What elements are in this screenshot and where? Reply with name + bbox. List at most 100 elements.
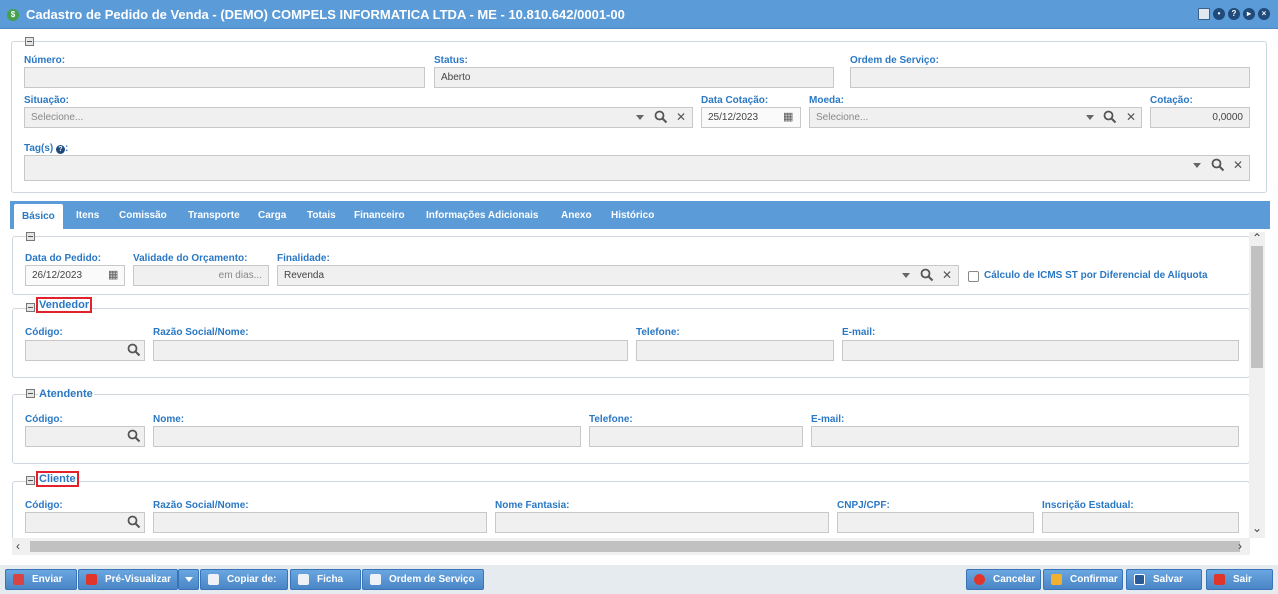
os-field[interactable] (850, 67, 1250, 88)
finalidade-label: Finalidade: (277, 253, 330, 264)
sair-button[interactable]: Sair (1206, 569, 1273, 590)
previsualizar-dropdown[interactable] (178, 569, 199, 590)
cliente-ie-label: Inscrição Estadual: (1042, 500, 1134, 511)
tags-field[interactable] (24, 155, 1250, 181)
scroll-down-icon[interactable]: ⌄ (1252, 522, 1262, 534)
copiar-button[interactable]: Copiar de: (200, 569, 288, 590)
scroll-left-icon[interactable]: ‹ (16, 540, 20, 552)
scroll-up-icon[interactable]: ⌃ (1252, 232, 1262, 244)
clear-icon[interactable]: ✕ (676, 110, 686, 124)
collapse-icon[interactable] (26, 303, 35, 312)
search-icon[interactable] (1103, 110, 1117, 124)
cotacao-field[interactable]: 0,0000 (1150, 107, 1250, 128)
search-icon[interactable] (1211, 158, 1225, 172)
vendedor-email-label: E-mail: (842, 327, 876, 338)
chevron-down-icon[interactable] (902, 273, 910, 278)
collapse-icon[interactable] (26, 389, 35, 398)
scrollbar-thumb[interactable] (1251, 246, 1263, 368)
ordem-servico-button[interactable]: Ordem de Serviço (362, 569, 484, 590)
cotacao-label: Cotação: (1150, 95, 1193, 106)
vendedor-telefone-label: Telefone: (636, 327, 680, 338)
icms-checkbox[interactable] (968, 271, 979, 282)
tab-carga[interactable]: Carga (258, 201, 286, 229)
vendedor-email-field[interactable] (842, 340, 1239, 361)
search-icon[interactable] (654, 110, 668, 124)
clear-icon[interactable]: ✕ (942, 268, 952, 282)
atendente-nome-field[interactable] (153, 426, 581, 447)
data-cotacao-label: Data Cotação: (701, 95, 769, 106)
cliente-fantasia-field[interactable] (495, 512, 829, 533)
atendente-nome-label: Nome: (153, 414, 185, 425)
previsualizar-button[interactable]: Pré-Visualizar (78, 569, 178, 590)
search-icon[interactable] (127, 515, 141, 529)
exit-icon (1214, 574, 1225, 585)
tab-historico[interactable]: Histórico (611, 201, 654, 229)
numero-field[interactable] (24, 67, 425, 88)
cliente-razao-field[interactable] (153, 512, 487, 533)
cliente-razao-label: Razão Social/Nome: (153, 500, 249, 511)
chevron-down-icon[interactable] (1193, 163, 1201, 168)
tab-totais[interactable]: Totais (307, 201, 336, 229)
window-titlebar: $ Cadastro de Pedido de Venda - (DEMO) C… (0, 0, 1278, 29)
tab-financeiro[interactable]: Financeiro (354, 201, 405, 229)
settings-icon[interactable]: • (1213, 8, 1225, 20)
scrollbar-thumb[interactable] (30, 541, 1240, 552)
vendedor-codigo-label: Código: (25, 327, 63, 338)
atendente-email-field[interactable] (811, 426, 1239, 447)
vendedor-razao-field[interactable] (153, 340, 628, 361)
tags-label: Tag(s) ?: (24, 143, 69, 154)
atendente-email-label: E-mail: (811, 414, 845, 425)
vendedor-title: Vendedor (35, 297, 93, 313)
situacao-select[interactable]: Selecione... (24, 107, 693, 128)
tab-comissao[interactable]: Comissão (119, 201, 167, 229)
app-icon: $ (7, 9, 19, 21)
vendedor-telefone-field[interactable] (636, 340, 834, 361)
validade-label: Validade do Orçamento: (133, 253, 248, 264)
cliente-title: Cliente (36, 471, 79, 487)
cliente-cnpj-label: CNPJ/CPF: (837, 500, 890, 511)
collapse-icon[interactable] (25, 37, 34, 46)
search-icon[interactable] (127, 343, 141, 357)
horizontal-scrollbar[interactable]: ‹ › (12, 538, 1250, 555)
calendar-icon[interactable]: ▦ (108, 268, 118, 282)
search-icon[interactable] (920, 268, 934, 282)
validade-field[interactable]: em dias... (133, 265, 269, 286)
salvar-button[interactable]: Salvar (1126, 569, 1202, 590)
calendar-icon[interactable]: ▦ (783, 110, 793, 124)
clipboard-icon (298, 574, 309, 585)
enviar-button[interactable]: Enviar (5, 569, 77, 590)
chevron-down-icon (184, 576, 193, 582)
chevron-down-icon[interactable] (636, 115, 644, 120)
search-icon[interactable] (127, 429, 141, 443)
tab-anexo[interactable]: Anexo (561, 201, 592, 229)
play-icon[interactable]: ▸ (1243, 8, 1255, 20)
tab-basico[interactable]: Básico (14, 204, 63, 229)
close-icon[interactable]: × (1258, 8, 1270, 20)
collapse-icon[interactable] (26, 232, 35, 241)
tab-informacoes-adicionais[interactable]: Informações Adicionais (426, 201, 538, 229)
confirmar-button[interactable]: Confirmar (1043, 569, 1123, 590)
cliente-cnpj-field[interactable] (837, 512, 1034, 533)
clear-icon[interactable]: ✕ (1126, 110, 1136, 124)
collapse-icon[interactable] (26, 476, 35, 485)
data-pedido-label: Data do Pedido: (25, 253, 102, 264)
scroll-right-icon[interactable]: › (1238, 540, 1242, 552)
tab-transporte[interactable]: Transporte (188, 201, 240, 229)
tab-itens[interactable]: Itens (76, 201, 99, 229)
clear-icon[interactable]: ✕ (1233, 158, 1243, 172)
help-icon[interactable]: ? (1228, 8, 1240, 20)
moeda-label: Moeda: (809, 95, 844, 106)
calendar-icon[interactable] (1198, 8, 1210, 20)
cliente-fantasia-label: Nome Fantasia: (495, 500, 570, 511)
help-icon[interactable]: ? (56, 145, 66, 154)
atendente-telefone-field[interactable] (589, 426, 803, 447)
document-icon (370, 574, 381, 585)
cliente-ie-field[interactable] (1042, 512, 1239, 533)
footer-toolbar: Enviar Pré-Visualizar Copiar de: Ficha O… (0, 565, 1278, 594)
cancelar-button[interactable]: Cancelar (966, 569, 1041, 590)
chevron-down-icon[interactable] (1086, 115, 1094, 120)
finalidade-select[interactable]: Revenda (277, 265, 959, 286)
situacao-label: Situação: (24, 95, 70, 106)
ficha-button[interactable]: Ficha (290, 569, 361, 590)
vertical-scrollbar[interactable]: ⌃ ⌄ (1249, 232, 1265, 538)
